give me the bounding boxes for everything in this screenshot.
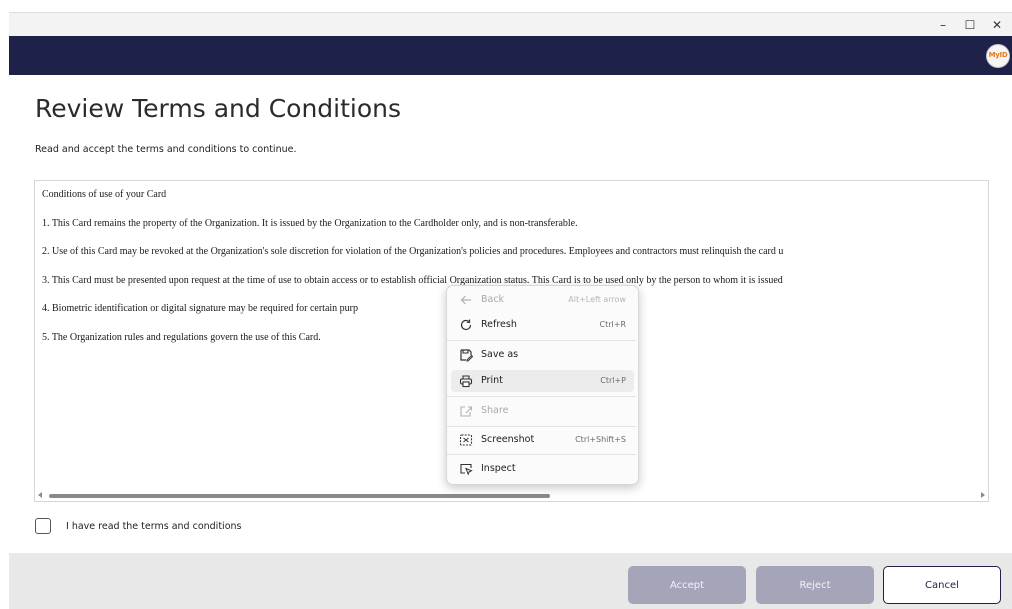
agree-checkbox[interactable] (35, 518, 51, 534)
terms-line-4: 4. Biometric identification or digital s… (42, 303, 359, 314)
myid-logo: MyID (987, 45, 1009, 67)
save-as-icon (460, 349, 473, 362)
scroll-right-icon[interactable] (981, 492, 985, 498)
window-titlebar: – ☐ ✕ (9, 12, 1012, 37)
screenshot-icon (459, 434, 473, 446)
menu-item-shortcut: Ctrl+R (599, 320, 627, 329)
menu-item-label: Print (481, 375, 503, 386)
menu-item-label: Screenshot (481, 434, 535, 445)
close-window-button[interactable]: ✕ (982, 13, 1012, 37)
menu-item-refresh[interactable]: Refresh Ctrl+R (451, 314, 634, 336)
context-menu: Back Alt+Left arrow Refresh Ctrl+R Save … (446, 285, 639, 485)
menu-item-shortcut: Ctrl+P (600, 376, 626, 385)
menu-item-save-as[interactable]: Save as (451, 344, 634, 366)
menu-item-label: Back (481, 294, 505, 305)
horizontal-scrollbar[interactable] (35, 490, 988, 501)
share-icon (460, 406, 473, 417)
menu-item-label: Inspect (481, 463, 516, 474)
minimize-button[interactable]: – (928, 13, 958, 37)
menu-item-label: Refresh (481, 319, 517, 330)
menu-item-shortcut: Alt+Left arrow (568, 295, 626, 304)
inspect-icon (460, 463, 473, 476)
cancel-button[interactable]: Cancel (883, 566, 1001, 604)
terms-line-1: 1. This Card remains the property of the… (42, 218, 578, 229)
menu-separator (447, 396, 636, 397)
menu-item-shortcut: Ctrl+Shift+S (575, 435, 626, 444)
back-arrow-icon (460, 295, 471, 305)
footer-bar: Accept Reject Cancel (9, 553, 1012, 609)
scrollbar-thumb[interactable] (49, 494, 550, 498)
terms-line-3: 3. This Card must be presented upon requ… (42, 275, 783, 286)
terms-line-5: 5. The Organization rules and regulation… (42, 332, 321, 343)
refresh-icon (460, 319, 472, 331)
menu-item-label: Save as (481, 349, 519, 360)
print-icon (459, 375, 473, 388)
agree-checkbox-label[interactable]: I have read the terms and conditions (66, 521, 241, 532)
menu-separator (447, 454, 636, 455)
menu-separator (447, 426, 636, 427)
scroll-left-icon[interactable] (38, 492, 42, 498)
page-subtitle: Read and accept the terms and conditions… (35, 144, 297, 155)
menu-item-share[interactable]: Share (451, 400, 634, 422)
myid-logo-text: MyID (988, 51, 1008, 59)
menu-item-inspect[interactable]: Inspect (451, 458, 634, 480)
window-edge (0, 0, 9, 609)
app-header-bar: MyID (9, 36, 1012, 75)
menu-item-back[interactable]: Back Alt+Left arrow (451, 289, 634, 311)
maximize-button[interactable]: ☐ (955, 13, 985, 37)
accept-button[interactable]: Accept (628, 566, 746, 604)
menu-item-screenshot[interactable]: Screenshot Ctrl+Shift+S (451, 429, 634, 451)
terms-heading: Conditions of use of your Card (42, 189, 167, 200)
menu-item-label: Share (481, 405, 509, 416)
menu-item-print[interactable]: Print Ctrl+P (451, 370, 634, 392)
menu-separator (447, 340, 636, 341)
page-title: Review Terms and Conditions (35, 94, 402, 123)
terms-line-2: 2. Use of this Card may be revoked at th… (42, 246, 784, 257)
reject-button[interactable]: Reject (756, 566, 874, 604)
